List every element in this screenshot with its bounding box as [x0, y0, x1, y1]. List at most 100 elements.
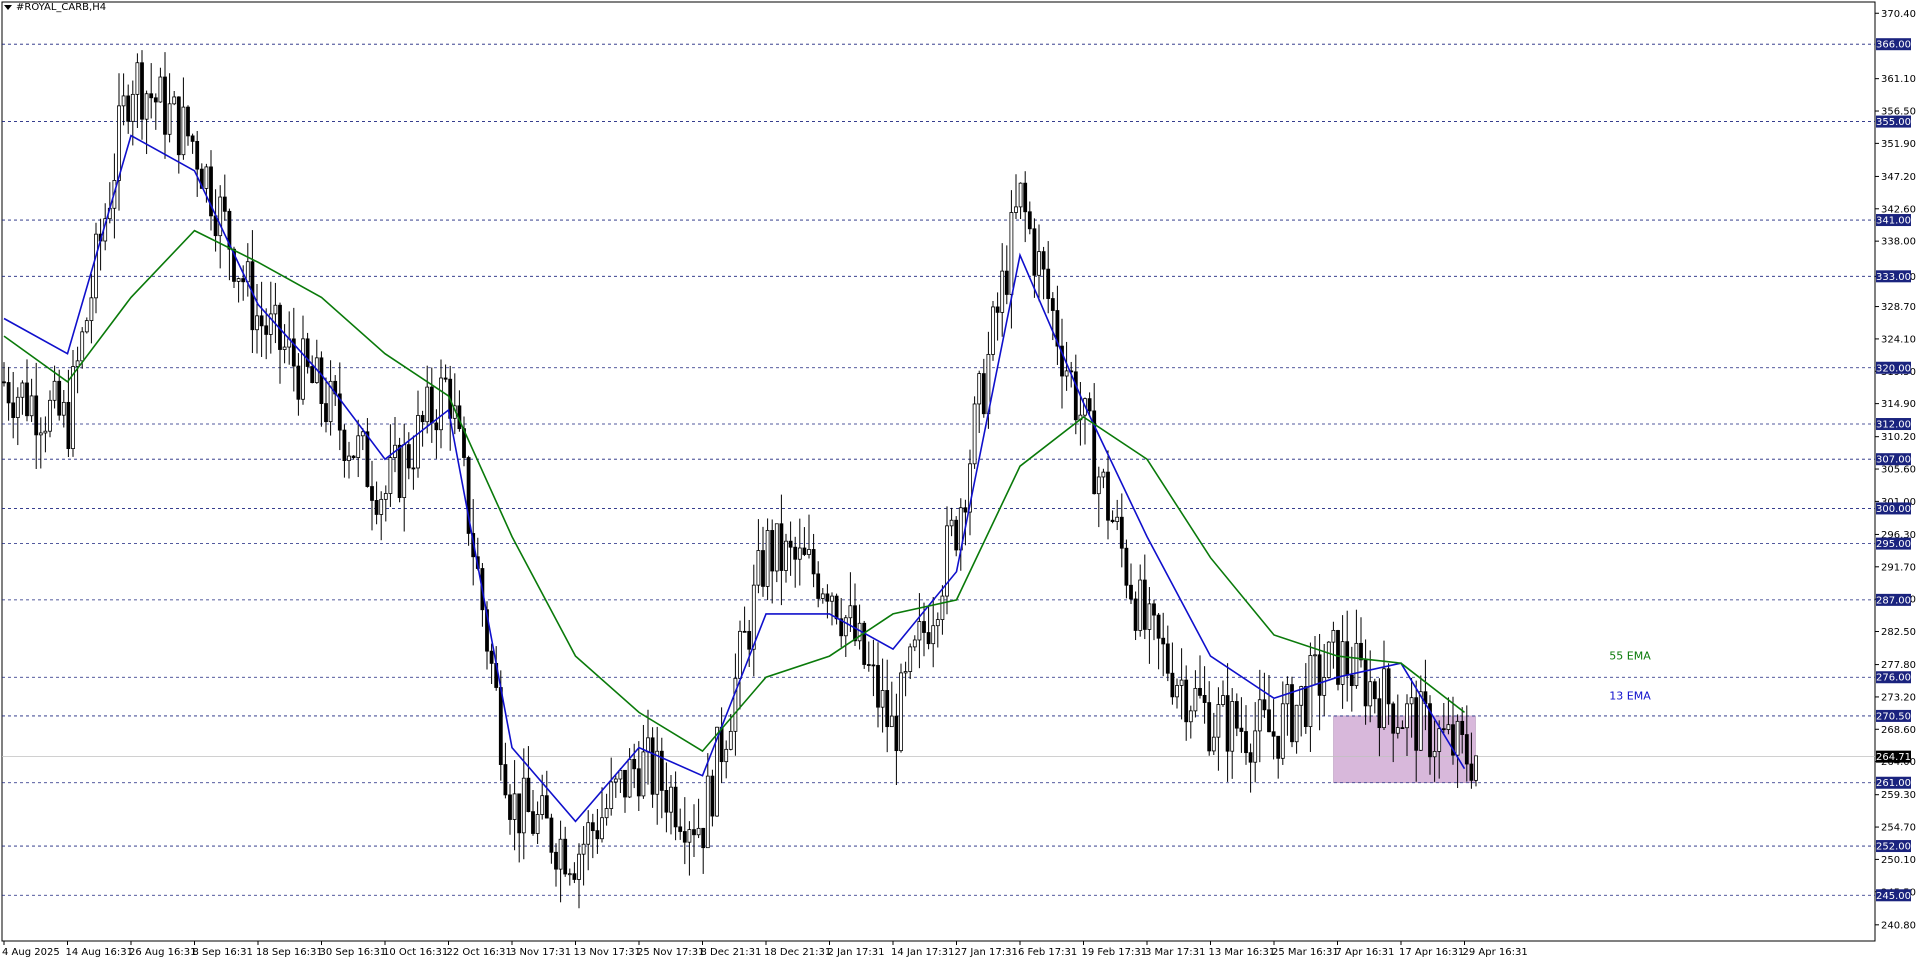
candle-body	[167, 103, 172, 135]
candle-body	[655, 750, 660, 795]
candle-body	[848, 605, 853, 619]
level-price-label: 295.00	[1876, 539, 1911, 550]
y-tick-label: 250.10	[1881, 855, 1916, 866]
x-tick-label: 14 Jan 17:31	[891, 947, 954, 958]
candle-body	[673, 786, 678, 828]
candle-body	[1211, 736, 1216, 752]
candle-body	[903, 671, 908, 674]
x-tick-label: 19 Feb 17:31	[1082, 947, 1148, 958]
y-tick-label: 282.50	[1881, 627, 1916, 638]
x-tick-label: 3 Nov 17:31	[510, 947, 571, 958]
candle-body	[1138, 579, 1143, 631]
candle-body	[1464, 734, 1469, 765]
y-tick-label: 370.40	[1881, 9, 1916, 20]
candle-body	[917, 621, 922, 641]
level-price-label: 245.00	[1876, 891, 1911, 902]
candle-body	[1437, 728, 1442, 752]
candle-body	[1027, 211, 1032, 230]
candle-body	[29, 395, 34, 417]
candle-body	[521, 777, 526, 834]
candle-body	[1032, 228, 1037, 276]
candle-body	[1087, 398, 1092, 412]
level-price-label: 355.00	[1876, 117, 1911, 128]
candle-body	[1441, 728, 1446, 731]
candle-body	[613, 778, 618, 783]
candle-body	[1359, 642, 1363, 661]
y-tick-label: 259.30	[1881, 790, 1916, 801]
candle-body	[830, 595, 834, 602]
candle-body	[1239, 727, 1244, 732]
candle-body	[1262, 699, 1267, 711]
candle-body	[544, 795, 549, 819]
candle-body	[34, 395, 39, 436]
candle-body	[420, 415, 425, 423]
candle-body	[751, 584, 756, 650]
x-tick-label: 13 Mar 16:31	[1209, 947, 1276, 958]
candle-body	[866, 664, 871, 666]
candle-body	[549, 817, 554, 853]
candle-body	[1133, 598, 1138, 631]
y-tick-label: 310.20	[1881, 432, 1916, 443]
candle-body	[1340, 641, 1345, 685]
x-tick-label: 26 Aug 16:31	[129, 947, 196, 958]
candle-body	[595, 830, 600, 840]
chart-window[interactable]: 55 EMA 13 EMA 370.40 361.10 356.50 351.90 347…	[0, 0, 1916, 963]
plot-frame	[1, 1, 1876, 942]
candle-body	[416, 415, 420, 469]
candle-body	[774, 523, 779, 572]
candle-body	[1469, 763, 1474, 781]
candle-body	[1073, 371, 1078, 421]
candle-body	[756, 550, 761, 586]
candle-body	[586, 822, 591, 845]
candle-body	[310, 366, 315, 384]
menu-triangle-icon[interactable]	[4, 5, 12, 10]
candle-body	[489, 650, 494, 664]
y-tick-label: 268.60	[1881, 725, 1916, 736]
candle-body	[954, 519, 959, 551]
candle-body	[687, 829, 692, 843]
candle-body	[195, 140, 200, 170]
candle-body	[342, 429, 347, 461]
candle-body	[1455, 720, 1460, 756]
level-price-label: 276.00	[1876, 673, 1911, 684]
candle-body	[1050, 298, 1055, 311]
ema-annotation: 13 EMA	[1609, 690, 1651, 703]
level-price-label: 307.00	[1876, 455, 1911, 466]
candle-body	[779, 523, 784, 571]
candle-body	[710, 775, 715, 817]
candle-body	[880, 690, 885, 708]
candle-body	[43, 430, 48, 434]
price-chart[interactable]: 55 EMA13 EMA 370.40361.10356.50351.90347…	[0, 0, 1916, 963]
candle-body	[747, 631, 752, 650]
candle-body	[397, 444, 402, 498]
candle-body	[931, 625, 936, 645]
candle-body	[1004, 270, 1009, 295]
candle-body	[1317, 654, 1322, 696]
x-tick-label: 7 Apr 16:31	[1336, 947, 1395, 958]
candle-body	[282, 346, 287, 350]
candle-body	[696, 827, 701, 836]
candle-body	[379, 498, 384, 515]
candle-body	[517, 793, 522, 834]
x-tick-label: 17 Apr 16:31	[1399, 947, 1464, 958]
candle-body	[11, 402, 16, 418]
candle-body	[61, 401, 66, 416]
candle-body	[1207, 702, 1212, 752]
candle-body	[443, 377, 448, 380]
candle-body	[1308, 655, 1313, 728]
candle-body	[1142, 579, 1147, 630]
y-tick-label: 361.10	[1881, 74, 1916, 85]
candle-body	[977, 373, 982, 405]
y-tick-label: 338.00	[1881, 237, 1916, 248]
candle-body	[1184, 679, 1189, 723]
x-tick-label: 6 Feb 17:31	[1018, 947, 1077, 958]
candle-body	[2, 381, 6, 384]
candle-body	[1193, 687, 1198, 712]
candle-body	[439, 377, 443, 431]
candle-body	[1216, 704, 1221, 738]
candle-body	[733, 677, 738, 732]
candle-body	[172, 96, 177, 105]
candle-body	[788, 540, 793, 548]
candle-body	[1267, 709, 1271, 733]
candle-body	[1257, 699, 1262, 732]
